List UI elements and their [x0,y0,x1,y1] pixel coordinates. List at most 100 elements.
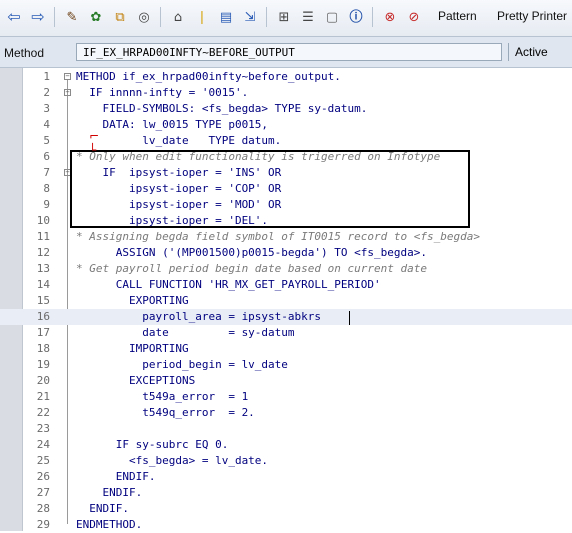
application-toolbar: ⇦ ⇨ ✎ ✿ ⧉ ◎ ⌂ ❘ ▤ ⇲ ⊞ ☰ ▢ ⓘ ⊗ ⊘ Pattern … [0,0,572,37]
code-line[interactable]: 28 ENDIF. [0,501,572,517]
line-number: 7 [43,166,50,179]
breakpoint-icon[interactable]: ❘ [192,6,212,28]
code-line[interactable]: 14 CALL FUNCTION 'HR_MX_GET_PAYROLL_PERI… [0,277,572,293]
code-text: IF sy-subrc EQ 0. [76,438,229,451]
code-line[interactable]: 16 payroll_area = ipsyst-abkrs [0,309,572,325]
code-text: date = sy-datum [76,326,295,339]
structure-icon[interactable]: ⊞ [274,6,294,28]
column-icon[interactable]: ☰ [298,6,318,28]
code-text: ENDIF. [76,470,156,483]
code-text: EXPORTING [76,294,189,307]
forward-arrow-icon[interactable]: ⇨ [28,6,48,28]
highlighted-code-region [70,150,470,228]
code-text: t549a_error = 1 [76,390,249,403]
line-number: 19 [36,358,50,371]
check-syntax-icon[interactable]: ✎ [62,6,82,28]
text-cursor [349,311,350,325]
comment-icon[interactable]: ⊘ [404,6,424,28]
code-line[interactable]: 11 * Assigning begda field symbol of IT00… [0,229,572,245]
info-icon[interactable]: ⓘ [346,6,366,28]
code-line[interactable]: 24 IF sy-subrc EQ 0. [0,437,572,453]
line-number: 15 [36,294,50,307]
code-line[interactable]: 13 * Get payroll period begin date based … [0,261,572,277]
line-number: 3 [43,102,50,115]
code-text: period_begin = lv_date [76,358,288,371]
fold-toggle-icon[interactable]: − [64,89,71,96]
toolbar-separator [54,7,55,27]
code-line[interactable]: 20 EXCEPTIONS [0,373,572,389]
code-line[interactable]: 18 IMPORTING [0,341,572,357]
code-comment: * Assigning begda field symbol of IT0015… [76,230,480,243]
pattern-button[interactable]: Pattern [438,9,477,23]
transfer-icon[interactable]: ⇲ [240,6,260,28]
code-text: METHOD if_ex_hrpad00infty~before_output. [76,70,341,83]
error-marker-icon: └ [89,143,97,157]
delete-icon[interactable]: ⊗ [380,6,400,28]
code-text: ASSIGN ('(MP001500)p0015-begda') TO <fs_… [76,246,427,259]
activate-icon[interactable]: ✿ [86,6,106,28]
code-line[interactable]: 21 t549a_error = 1 [0,389,572,405]
status-field: Active [508,43,572,61]
navigate-icon[interactable]: ⌂ [168,6,188,28]
grid-icon[interactable]: ▢ [322,6,342,28]
code-text: ENDIF. [76,486,143,499]
line-number: 17 [36,326,50,339]
code-line[interactable]: 1 − METHOD if_ex_hrpad00infty~before_outpu… [0,69,572,85]
code-line[interactable]: 4 DATA: lw_0015 TYPE p0015, [0,117,572,133]
fold-toggle-icon[interactable]: − [64,73,71,80]
line-number: 2 [43,86,50,99]
code-text: FIELD-SYMBOLS: <fs_begda> TYPE sy-datum. [76,102,368,115]
line-number: 5 [43,134,50,147]
code-comment: * Get payroll period begin date based on… [76,262,427,275]
back-arrow-icon[interactable]: ⇦ [4,6,24,28]
code-line[interactable]: 22 t549q_error = 2. [0,405,572,421]
code-line[interactable]: 2 − IF innnn-infty = '0015'. [0,85,572,101]
code-text: <fs_begda> = lv_date. [76,454,269,467]
line-number: 21 [36,390,50,403]
code-line[interactable]: 27 ENDIF. [0,485,572,501]
line-number: 16 [36,310,50,323]
code-line[interactable]: 12 ASSIGN ('(MP001500)p0015-begda') TO <… [0,245,572,261]
code-line[interactable]: 5 lv_date TYPE datum. [0,133,572,149]
line-number: 6 [43,150,50,163]
code-line[interactable]: 17 date = sy-datum [0,325,572,341]
code-line[interactable]: 19 period_begin = lv_date [0,357,572,373]
line-number: 22 [36,406,50,419]
line-number: 28 [36,502,50,515]
display-object-list-icon[interactable]: ◎ [134,6,154,28]
line-number: 8 [43,182,50,195]
code-text: payroll_area = ipsyst-abkrs [76,310,322,323]
line-number: 11 [36,230,50,243]
code-text: IMPORTING [76,342,189,355]
line-number: 14 [36,278,50,291]
toolbar-separator [372,7,373,27]
method-label: Method [4,46,45,60]
code-line[interactable]: 3 FIELD-SYMBOLS: <fs_begda> TYPE sy-datu… [0,101,572,117]
line-number: 1 [43,70,50,83]
code-text: ENDIF. [76,502,129,515]
code-text: lv_date TYPE datum. [76,134,282,147]
code-line[interactable]: 25 <fs_begda> = lv_date. [0,453,572,469]
line-number: 26 [36,470,50,483]
fullscreen-icon[interactable]: ▤ [216,6,236,28]
line-number: 20 [36,374,50,387]
line-number: 10 [36,214,50,227]
line-number: 12 [36,246,50,259]
line-number: 13 [36,262,50,275]
method-name-field[interactable]: IF_EX_HRPAD00INFTY~BEFORE_OUTPUT [76,43,502,61]
toolbar-separator [266,7,267,27]
code-line[interactable]: 26 ENDIF. [0,469,572,485]
code-text: t549q_error = 2. [76,406,255,419]
line-number: 18 [36,342,50,355]
line-number: 27 [36,486,50,499]
line-number: 4 [43,118,50,131]
code-text: IF innnn-infty = '0015'. [76,86,249,99]
line-number: 25 [36,454,50,467]
where-used-icon[interactable]: ⧉ [110,6,130,28]
code-editor[interactable]: 1 − METHOD if_ex_hrpad00infty~before_outpu… [0,68,572,531]
code-line[interactable]: 15 EXPORTING [0,293,572,309]
code-text: CALL FUNCTION 'HR_MX_GET_PAYROLL_PERIOD' [76,278,381,291]
pretty-printer-button[interactable]: Pretty Printer [497,9,567,23]
code-line[interactable]: 23 [0,421,572,437]
code-text: EXCEPTIONS [76,374,196,387]
